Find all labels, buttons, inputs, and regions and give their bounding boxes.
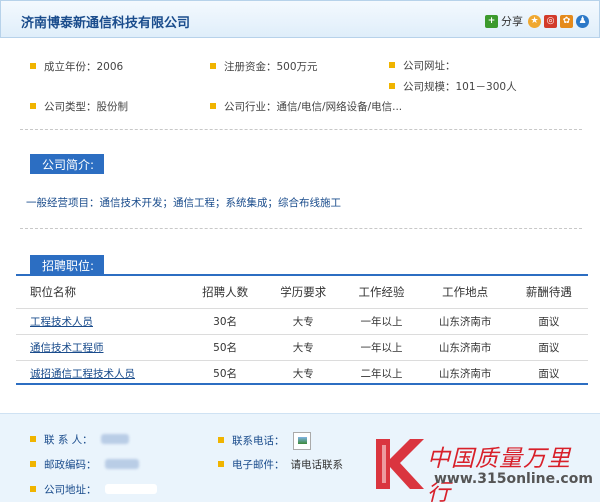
job-link[interactable]: 通信技术工程师 <box>30 342 104 354</box>
bullet-icon <box>30 461 36 467</box>
info-website-text: 公司网址： <box>403 60 456 72</box>
people-icon[interactable]: ♟ <box>576 14 589 28</box>
bullet-icon <box>210 63 216 69</box>
watermark: 中国质量万里行 www.315online.com <box>372 433 594 502</box>
redacted-value <box>100 434 129 444</box>
bullet-icon <box>30 486 36 492</box>
redacted-value <box>104 459 139 469</box>
info-industry-text: 公司行业：通信/电信/网络设备/电信... <box>224 101 403 113</box>
contact-person-label: 联 系 人： <box>44 434 93 446</box>
bullet-icon <box>389 62 395 68</box>
info-scale: 公司规模：101－300人 <box>389 79 517 94</box>
jobs-header-row: 职位名称 招聘人数 学历要求 工作经验 工作地点 薪酬待遇 <box>16 276 588 308</box>
watermark-logo-icon <box>376 439 424 489</box>
share-toolbar: + 分享 ★ ◎ ✿ ♟ <box>485 13 589 29</box>
bullet-icon <box>389 83 395 89</box>
contact-zip: 邮政编码： <box>30 457 139 472</box>
job-education: 大专 <box>264 307 343 334</box>
job-salary: 面议 <box>509 333 588 360</box>
favorite-icon[interactable]: ✿ <box>560 14 573 28</box>
qzone-icon[interactable]: ★ <box>528 14 541 28</box>
job-title-cell: 工程技术人员 <box>16 307 186 334</box>
job-salary: 面议 <box>509 307 588 334</box>
bullet-icon <box>30 103 36 109</box>
weibo-icon[interactable]: ◎ <box>544 14 557 28</box>
job-experience: 一年以上 <box>342 307 421 334</box>
info-website: 公司网址： <box>389 58 456 73</box>
info-type: 公司类型：股份制 <box>30 99 128 114</box>
info-scale-text: 公司规模：101－300人 <box>403 81 517 93</box>
intro-text: 一般经营项目：通信技术开发；通信工程；系统集成；综合布线施工 <box>26 197 341 209</box>
bullet-icon <box>30 63 36 69</box>
job-location: 山东济南市 <box>420 307 510 334</box>
col-header-salary: 薪酬待遇 <box>525 284 572 299</box>
table-row: 通信技术工程师 50名 大专 一年以上 山东济南市 面议 <box>16 333 588 360</box>
col-header-location: 工作地点 <box>442 284 489 299</box>
info-capital: 注册资金：500万元 <box>210 59 318 74</box>
contact-email: 电子邮件： 请电话联系 <box>218 457 343 472</box>
contact-person: 联 系 人： <box>30 432 129 447</box>
job-link[interactable]: 诚招通信工程技术人员 <box>30 368 135 380</box>
job-education: 大专 <box>264 333 343 360</box>
phone-image-icon <box>292 432 311 450</box>
divider <box>20 129 582 130</box>
contact-email-value: 请电话联系 <box>290 459 344 471</box>
info-founded-text: 成立年份：2006 <box>44 61 124 73</box>
contact-address: 公司地址： <box>30 482 157 497</box>
divider <box>20 228 582 229</box>
bullet-icon <box>30 436 36 442</box>
col-header-title: 职位名称 <box>30 284 76 299</box>
contact-phone-label: 联系电话： <box>232 435 285 447</box>
jobs-table: 职位名称 招聘人数 学历要求 工作经验 工作地点 薪酬待遇 工程技术人员 30名… <box>16 276 588 386</box>
bullet-icon <box>218 437 224 443</box>
company-header: 济南博泰新通信科技有限公司 + 分享 ★ ◎ ✿ ♟ <box>0 0 600 38</box>
job-count: 30名 <box>186 307 265 334</box>
info-industry: 公司行业：通信/电信/网络设备/电信... <box>210 99 402 114</box>
info-founded: 成立年份：2006 <box>30 59 123 74</box>
col-header-education: 学历要求 <box>280 284 327 299</box>
contact-zip-label: 邮政编码： <box>44 459 97 471</box>
col-header-count: 招聘人数 <box>202 284 249 299</box>
table-row: 工程技术人员 30名 大专 一年以上 山东济南市 面议 <box>16 307 588 334</box>
contact-phone: 联系电话： <box>218 432 311 450</box>
company-title: 济南博泰新通信科技有限公司 <box>21 16 191 31</box>
job-title-cell: 通信技术工程师 <box>16 333 186 360</box>
col-header-experience: 工作经验 <box>358 284 405 299</box>
bullet-icon <box>210 103 216 109</box>
jobs-section-tab: 招聘职位: <box>30 255 104 275</box>
watermark-url: www.315online.com <box>434 471 593 487</box>
job-experience: 一年以上 <box>342 333 421 360</box>
contact-email-label: 电子邮件： <box>232 459 285 471</box>
bullet-icon <box>218 461 224 467</box>
info-capital-text: 注册资金：500万元 <box>224 61 318 73</box>
info-type-text: 公司类型：股份制 <box>44 101 128 113</box>
share-label[interactable]: 分享 <box>501 13 523 29</box>
intro-section-tab: 公司简介: <box>30 154 104 174</box>
redacted-value <box>104 484 157 494</box>
jobs-bottom-rule <box>16 383 588 385</box>
job-count: 50名 <box>186 333 265 360</box>
job-link[interactable]: 工程技术人员 <box>30 316 93 328</box>
add-icon[interactable]: + <box>485 14 498 28</box>
contact-address-label: 公司地址： <box>44 484 97 496</box>
job-location: 山东济南市 <box>420 333 510 360</box>
